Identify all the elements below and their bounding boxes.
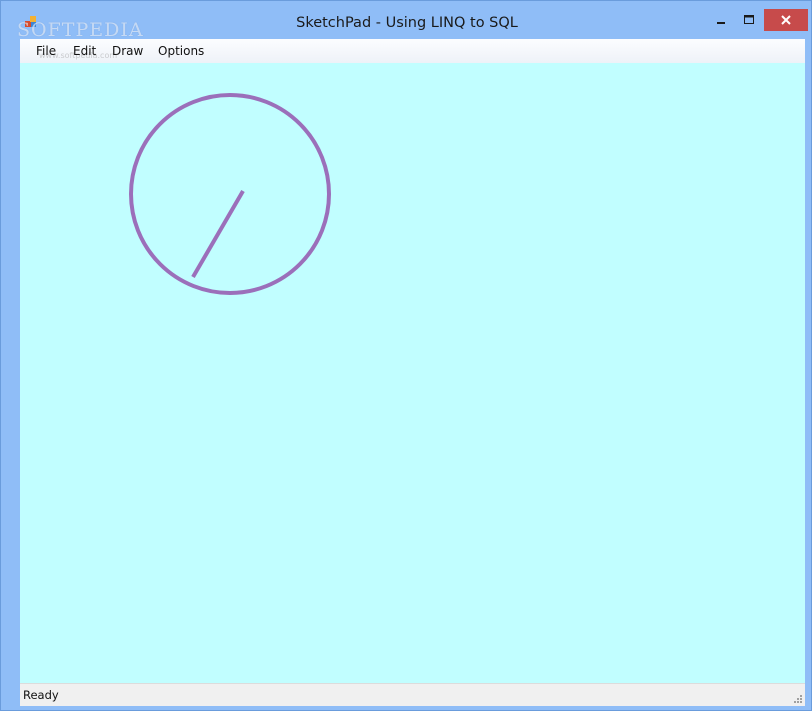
menu-edit[interactable]: Edit: [73, 44, 96, 58]
window-title: SketchPad - Using LINQ to SQL: [296, 15, 518, 31]
close-button[interactable]: [764, 9, 808, 31]
minimize-button[interactable]: [709, 9, 733, 31]
menu-draw[interactable]: Draw: [112, 44, 143, 58]
drawn-circle[interactable]: [129, 93, 331, 295]
resize-grip-icon[interactable]: [791, 692, 803, 704]
status-bar: Ready: [20, 683, 805, 706]
close-icon: [781, 15, 791, 25]
minimize-icon: [717, 22, 725, 24]
app-window: SOFTPEDIA SketchPad - Using LINQ to SQL …: [0, 0, 812, 711]
title-bar[interactable]: SOFTPEDIA SketchPad - Using LINQ to SQL: [1, 1, 812, 41]
maximize-button[interactable]: [737, 9, 761, 31]
menu-bar: www.softpedia.com File Edit Draw Options: [20, 39, 805, 63]
drawing-canvas[interactable]: [20, 63, 805, 683]
status-text: Ready: [23, 688, 59, 702]
menu-options[interactable]: Options: [158, 44, 204, 58]
drawn-line[interactable]: [191, 189, 245, 279]
canvas-surface[interactable]: [20, 63, 805, 683]
maximize-icon: [744, 15, 754, 24]
menu-file[interactable]: File: [36, 44, 56, 58]
